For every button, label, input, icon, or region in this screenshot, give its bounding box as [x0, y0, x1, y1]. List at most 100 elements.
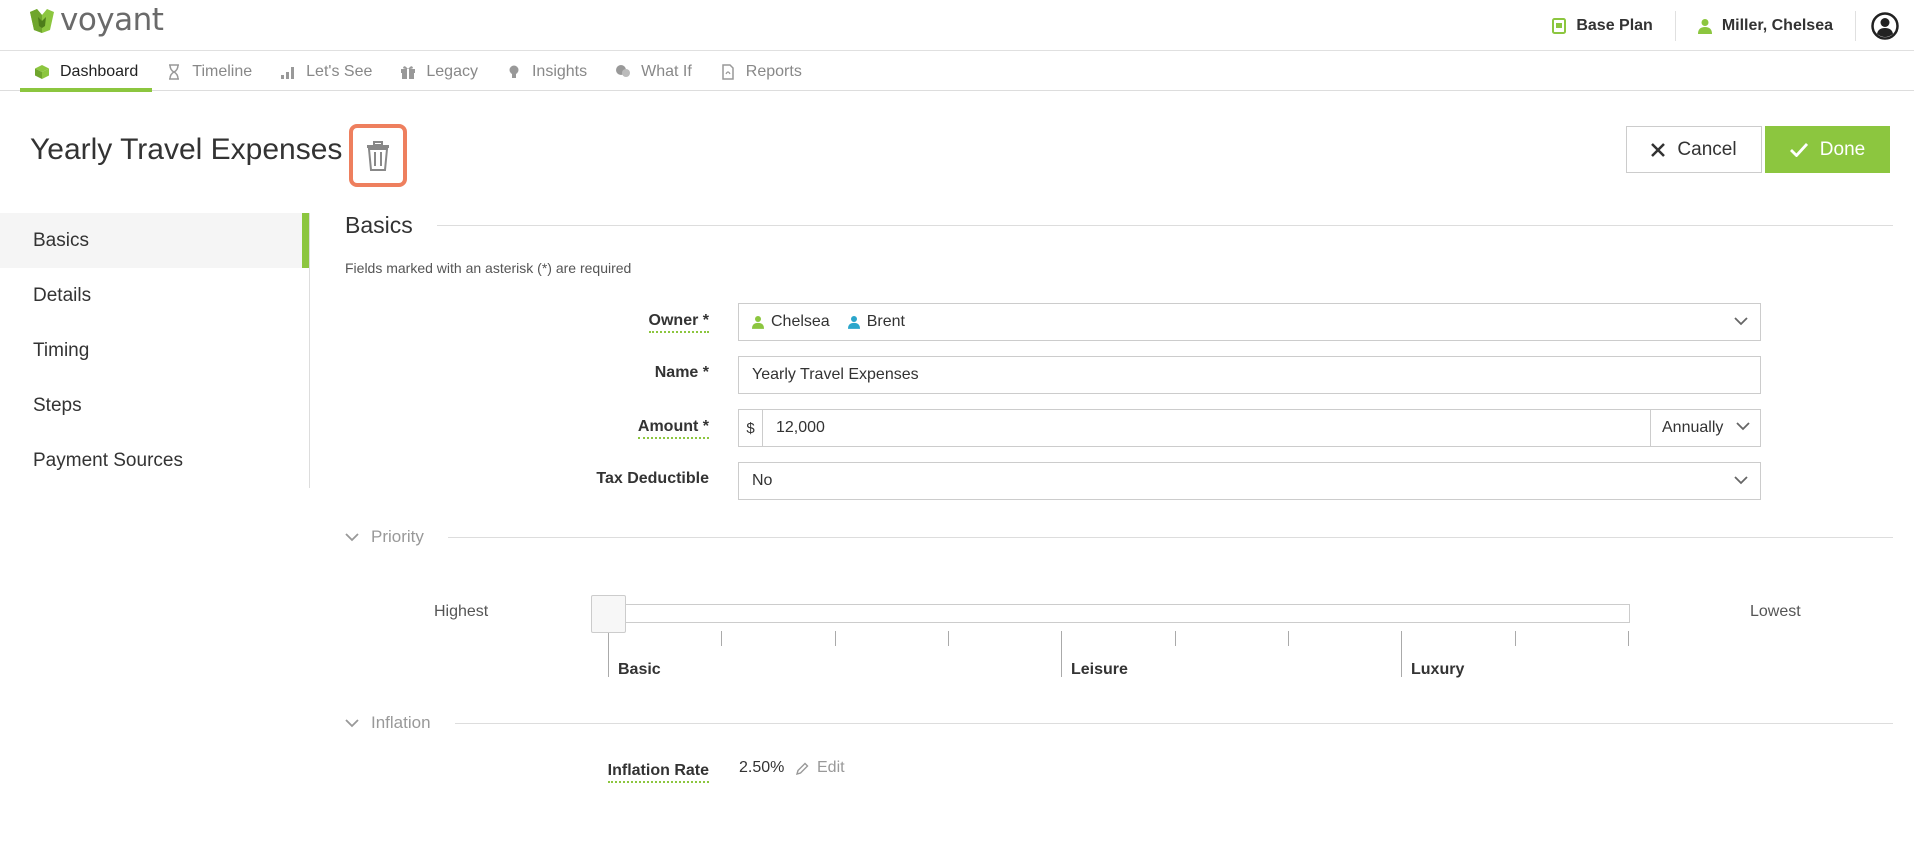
- tab-timeline[interactable]: Timeline: [152, 52, 266, 91]
- owner-select[interactable]: Chelsea Brent: [738, 303, 1761, 341]
- tab-lets-see[interactable]: Let's See: [266, 52, 386, 91]
- priority-marker-luxury: Luxury: [1411, 661, 1465, 678]
- account-circle-icon: [1871, 11, 1899, 40]
- owner-name: Brent: [866, 313, 905, 330]
- tab-label: Let's See: [306, 62, 373, 80]
- priority-tick: [1288, 631, 1289, 646]
- priority-highest-label: Highest: [434, 603, 489, 620]
- plan-label: Base Plan: [1576, 16, 1653, 34]
- done-label: Done: [1819, 138, 1866, 160]
- priority-tick: [1628, 631, 1629, 646]
- lightbulb-icon: [509, 65, 519, 78]
- priority-slider-track[interactable]: [593, 604, 1630, 623]
- user-icon: [847, 316, 860, 329]
- tax-deductible-select[interactable]: No: [738, 462, 1761, 500]
- check-icon: [1789, 142, 1808, 157]
- inflation-heading-label: Inflation: [371, 713, 431, 732]
- plan-icon: [1552, 17, 1567, 34]
- priority-heading[interactable]: Priority: [345, 527, 1893, 547]
- chevron-down-icon: [345, 533, 359, 542]
- tab-label: Legacy: [426, 62, 478, 80]
- chevron-down-icon: [345, 719, 359, 728]
- cancel-label: Cancel: [1677, 138, 1737, 160]
- close-icon: [1651, 142, 1666, 157]
- gift-icon: [401, 65, 416, 79]
- owner-chip: Brent: [847, 313, 905, 331]
- divider: [454, 722, 1893, 724]
- tab-insights[interactable]: Insights: [492, 52, 601, 91]
- priority-marker-leisure: Leisure: [1071, 661, 1128, 678]
- basics-heading: Basics: [345, 212, 1893, 239]
- inflation-rate-value: 2.50%: [739, 759, 785, 776]
- tab-reports[interactable]: Reports: [706, 52, 816, 91]
- top-bar: voyant Base Plan Miller, Chelsea: [0, 0, 1914, 51]
- inflation-rate-label: Inflation Rate: [607, 761, 709, 783]
- hourglass-icon: [169, 63, 180, 80]
- priority-slider-handle[interactable]: [591, 595, 626, 633]
- user-name: Miller, Chelsea: [1721, 16, 1833, 34]
- priority-tick: [721, 631, 722, 646]
- priority-heading-label: Priority: [371, 527, 424, 546]
- priority-marker-basic: Basic: [618, 661, 661, 678]
- tab-dashboard[interactable]: Dashboard: [20, 52, 153, 92]
- side-item-basics[interactable]: Basics: [0, 213, 309, 268]
- priority-major-tick: [1061, 631, 1062, 677]
- priority-lowest-label: Lowest: [1750, 603, 1801, 620]
- edit-label: Edit: [817, 759, 845, 776]
- document-icon: [722, 63, 734, 80]
- tab-label: Dashboard: [60, 62, 139, 80]
- tab-label: Reports: [745, 62, 802, 80]
- bar-chart-icon: [281, 66, 295, 79]
- logo[interactable]: voyant: [28, 2, 164, 38]
- cancel-button[interactable]: Cancel: [1626, 126, 1762, 173]
- delete-button[interactable]: [349, 124, 407, 187]
- priority-tick: [835, 631, 836, 646]
- tab-what-if[interactable]: What If: [601, 52, 706, 91]
- people-icon: [616, 64, 631, 77]
- user-icon: [752, 316, 764, 329]
- name-label: Name *: [654, 364, 709, 381]
- tax-deductible-label: Tax Deductible: [596, 470, 709, 487]
- tab-label: Timeline: [192, 62, 253, 80]
- name-value: Yearly Travel Expenses: [752, 366, 919, 383]
- side-item-timing[interactable]: Timing: [0, 323, 309, 378]
- chevron-down-icon: [1734, 317, 1748, 326]
- frequency-select[interactable]: Annually: [1650, 410, 1760, 446]
- side-item-details[interactable]: Details: [0, 268, 309, 323]
- main-nav: Dashboard Timeline Let's See Legacy Insi…: [0, 52, 1914, 92]
- owner-label: Owner *: [648, 311, 709, 333]
- user-menu[interactable]: Miller, Chelsea: [1676, 0, 1855, 51]
- amount-label: Amount *: [637, 417, 709, 439]
- tab-label: Insights: [531, 62, 588, 80]
- divider: [447, 536, 1893, 538]
- plan-selector[interactable]: Base Plan: [1530, 0, 1674, 51]
- owner-name: Chelsea: [771, 313, 830, 330]
- name-input[interactable]: Yearly Travel Expenses: [738, 356, 1761, 394]
- voyant-logo-icon: [30, 9, 54, 33]
- account-button[interactable]: [1856, 0, 1914, 51]
- section-menu: Basics Details Timing Steps Payment Sour…: [0, 213, 310, 488]
- amount-field: $ 12,000 Annually: [738, 409, 1761, 447]
- chevron-down-icon: [1734, 476, 1748, 485]
- done-button[interactable]: Done: [1765, 126, 1890, 173]
- side-item-payment-sources[interactable]: Payment Sources: [0, 433, 309, 488]
- pencil-icon: [796, 762, 809, 775]
- tax-deductible-value: No: [752, 472, 773, 489]
- trash-icon: [367, 140, 389, 171]
- tab-label: What If: [641, 62, 692, 80]
- brand-name: voyant: [60, 2, 164, 38]
- required-note: Fields marked with an asterisk (*) are r…: [345, 260, 632, 276]
- amount-input[interactable]: 12,000: [763, 419, 1650, 437]
- priority-major-tick: [608, 631, 609, 677]
- priority-tick: [1515, 631, 1516, 646]
- page-title: Yearly Travel Expenses: [30, 133, 343, 166]
- priority-tick: [948, 631, 949, 646]
- side-item-steps[interactable]: Steps: [0, 378, 309, 433]
- currency-prefix: $: [739, 410, 763, 446]
- tab-legacy[interactable]: Legacy: [386, 52, 492, 91]
- inflation-edit-button[interactable]: Edit: [796, 759, 845, 777]
- basics-heading-label: Basics: [345, 212, 413, 238]
- inflation-heading[interactable]: Inflation: [345, 713, 1893, 733]
- priority-tick: [1175, 631, 1176, 646]
- user-icon: [1697, 18, 1712, 34]
